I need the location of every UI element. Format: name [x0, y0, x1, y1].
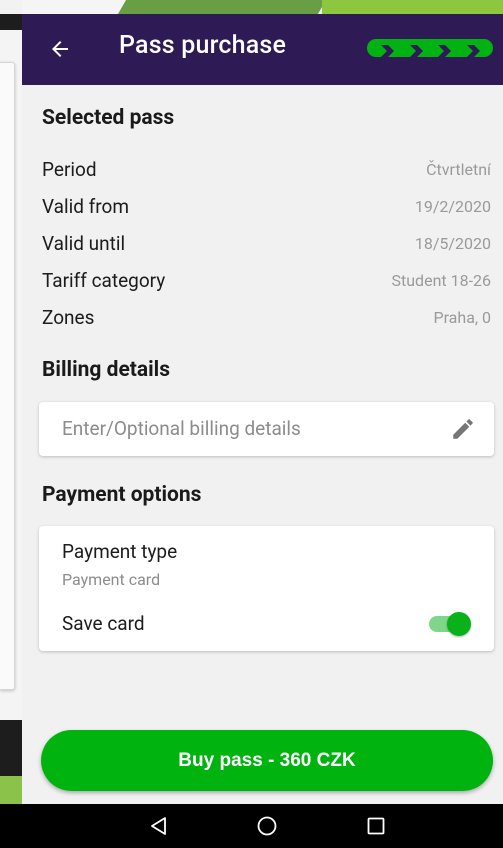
progress-steps	[367, 39, 493, 57]
pass-row-valid-from: Valid from 19/2/2020	[42, 191, 491, 221]
app-bar: Pass purchase	[22, 14, 503, 85]
top-decoration	[22, 0, 503, 14]
circle-home-icon[interactable]	[253, 814, 281, 838]
pass-row-zones: Zones Praha, 0	[42, 302, 491, 332]
payment-options-heading: Payment options	[42, 483, 202, 507]
system-navigation-bar	[0, 804, 503, 848]
pass-row-period: Period Čtvrtletní	[42, 154, 491, 184]
row-label: Period	[42, 157, 97, 181]
row-value: 18/5/2020	[414, 233, 491, 253]
billing-details-heading: Billing details	[42, 358, 171, 382]
row-value: Student 18-26	[391, 270, 492, 290]
payment-type-label[interactable]: Payment type	[62, 540, 177, 563]
page-title: Pass purchase	[119, 31, 287, 60]
row-label: Valid until	[42, 231, 126, 255]
billing-placeholder: Enter/Optional billing details	[62, 417, 301, 440]
billing-details-field[interactable]: Enter/Optional billing details	[39, 402, 494, 456]
row-value: 19/2/2020	[414, 196, 491, 216]
payment-type-value: Payment card	[62, 570, 161, 589]
pass-row-valid-until: Valid until 18/5/2020	[42, 228, 491, 258]
square-recents-icon[interactable]	[362, 814, 390, 838]
row-label: Valid from	[42, 194, 130, 218]
pass-purchase-panel: Pass purchase Selected pass Period Čtvrt…	[22, 0, 503, 804]
chevron-right-icon	[409, 42, 423, 57]
chevron-right-icon	[437, 42, 452, 57]
background-screen	[0, 0, 22, 848]
chevron-right-icon	[466, 42, 480, 57]
save-card-toggle[interactable]	[427, 610, 471, 636]
save-card-label: Save card	[62, 612, 145, 635]
row-value: Čtvrtletní	[426, 159, 491, 179]
pass-row-tariff-category: Tariff category Student 18-26	[42, 265, 491, 295]
arrow-back-icon[interactable]	[42, 31, 78, 67]
chevron-right-icon	[380, 42, 395, 57]
row-value: Praha, 0	[433, 307, 491, 327]
payment-options-card: Payment type Payment card Save card	[39, 526, 494, 651]
row-label: Zones	[42, 305, 95, 329]
triangle-back-icon[interactable]	[145, 814, 173, 838]
pencil-icon[interactable]	[450, 416, 476, 442]
row-label: Tariff category	[42, 268, 166, 292]
buy-pass-button[interactable]: Buy pass - 360 CZK	[41, 730, 493, 791]
selected-pass-heading: Selected pass	[42, 106, 175, 130]
